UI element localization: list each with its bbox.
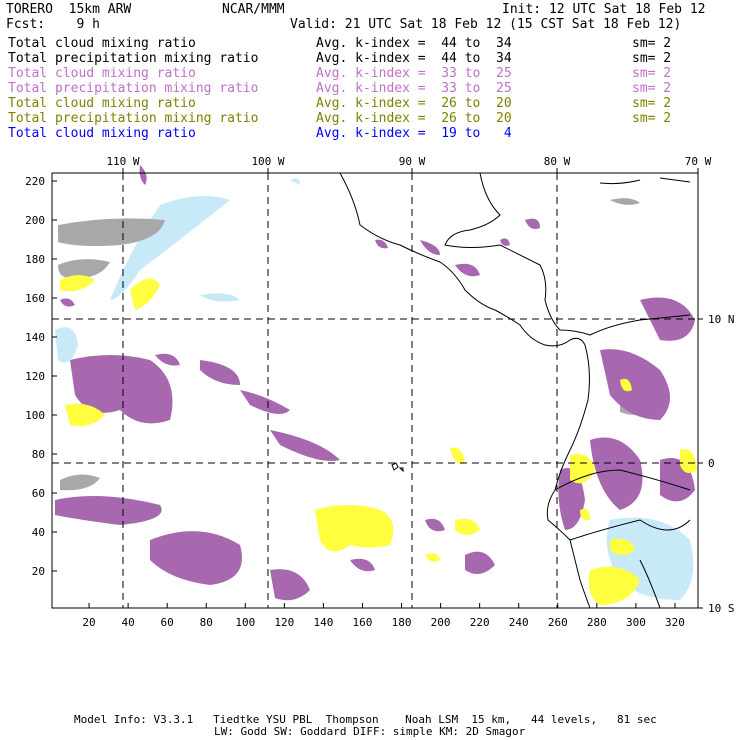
- x-tick-label: 300: [626, 616, 646, 629]
- x-tick-label: 260: [548, 616, 568, 629]
- y-tick-label: 160: [25, 292, 45, 305]
- x-tick-label: 140: [313, 616, 333, 629]
- x-tick-label: 120: [274, 616, 294, 629]
- y-tick-label: 40: [32, 526, 45, 539]
- y-tick-label: 80: [32, 448, 45, 461]
- x-tick-label: 220: [470, 616, 490, 629]
- x-tick-label: 200: [431, 616, 451, 629]
- x-tick-label: 20: [82, 616, 95, 629]
- y-tick-label: 20: [32, 565, 45, 578]
- forecast-plot: { "header":{"model":"TORERO 15km ARW","o…: [0, 0, 740, 740]
- y-tick-label: 100: [25, 409, 45, 422]
- x-tick-label: 40: [121, 616, 134, 629]
- y-tick-label: 60: [32, 487, 45, 500]
- x-tick-label: 280: [587, 616, 607, 629]
- y-tick-label: 140: [25, 331, 45, 344]
- y-tick-label: 220: [25, 175, 45, 188]
- longitude-label: 90 W: [399, 155, 426, 168]
- x-tick-label: 60: [161, 616, 174, 629]
- y-tick-label: 120: [25, 370, 45, 383]
- y-tick-label: 200: [25, 214, 45, 227]
- x-tick-label: 100: [235, 616, 255, 629]
- map-canvas: 20 40 60 80 100 120 140 160 180 200 220 240 260 280 30…: [25, 155, 735, 629]
- model-info-line2: LW: Godd SW: Goddard DIFF: simple KM: 2D…: [214, 725, 526, 738]
- latitude-label: 0: [708, 457, 715, 470]
- cloud-contours: [55, 165, 697, 605]
- x-tick-label: 80: [200, 616, 213, 629]
- latitude-label: 10 S: [708, 602, 735, 615]
- x-tick-label: 160: [353, 616, 373, 629]
- x-tick-label: 320: [665, 616, 685, 629]
- longitude-label: 100 W: [251, 155, 284, 168]
- longitude-label: 80 W: [544, 155, 571, 168]
- latitude-label: 10 N: [708, 313, 735, 326]
- longitude-label: 70 W: [685, 155, 712, 168]
- x-tick-label: 180: [392, 616, 412, 629]
- longitude-label: 110 W: [106, 155, 139, 168]
- y-tick-label: 180: [25, 253, 45, 266]
- x-tick-label: 240: [509, 616, 529, 629]
